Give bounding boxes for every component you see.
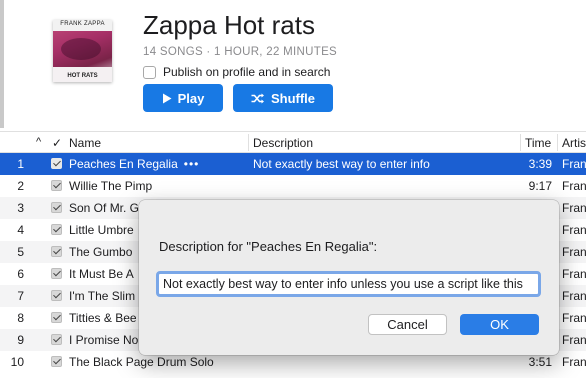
artwork-figure — [61, 38, 101, 60]
description-dialog: Description for "Peaches En Regalia": Ca… — [139, 200, 559, 355]
track-time: 9:17 — [528, 179, 552, 193]
track-name: Willie The Pimp — [69, 179, 153, 193]
track-artist: Fran — [562, 157, 586, 171]
track-number: 8 — [17, 311, 24, 325]
publish-label: Publish on profile and in search — [163, 65, 331, 79]
track-artist: Fran — [562, 311, 586, 325]
play-button[interactable]: Play — [143, 84, 223, 112]
track-name: Peaches En Regalia ••• — [69, 157, 245, 171]
track-checkbox[interactable] — [51, 158, 62, 169]
publish-checkbox[interactable] — [143, 65, 156, 79]
track-description: Not exactly best way to enter info — [253, 157, 430, 171]
column-header-time[interactable]: Time — [525, 136, 551, 150]
artwork-artist-text: FRANK ZAPPA — [60, 21, 105, 27]
window-edge — [0, 0, 4, 128]
track-time: 3:39 — [528, 157, 552, 171]
track-artist: Fran — [562, 267, 586, 281]
play-label: Play — [177, 90, 205, 106]
album-title: Zappa Hot rats — [143, 10, 315, 40]
description-input[interactable] — [156, 271, 541, 297]
track-checkbox[interactable] — [51, 312, 62, 323]
track-number: 1 — [17, 157, 24, 171]
track-checkbox[interactable] — [51, 180, 62, 191]
play-icon — [162, 93, 172, 103]
track-number: 7 — [17, 289, 24, 303]
column-header-description[interactable]: Description — [253, 136, 313, 150]
track-checkbox[interactable] — [51, 290, 62, 301]
track-artist: Fran — [562, 179, 586, 193]
track-artist: Fran — [562, 333, 586, 347]
track-checkbox[interactable] — [51, 334, 62, 345]
column-divider[interactable] — [520, 134, 521, 151]
table-row[interactable]: 1 Peaches En Regalia ••• Not exactly best… — [0, 153, 586, 175]
track-number: 10 — [10, 355, 24, 369]
album-meta: 14 SONGS · 1 HOUR, 22 MINUTES — [143, 46, 338, 58]
track-table-header: ^ ✓ Name Description Time Artis — [0, 131, 586, 153]
track-number: 3 — [17, 201, 24, 215]
table-row[interactable]: 2 Willie The Pimp 9:17 Fran — [0, 175, 586, 197]
track-checkbox[interactable] — [51, 356, 62, 367]
publish-toggle[interactable]: Publish on profile and in search — [143, 65, 330, 79]
artwork-title-text: HOT RATS — [67, 73, 98, 79]
track-time: 3:51 — [528, 355, 552, 369]
track-artist: Fran — [562, 355, 586, 369]
shuffle-icon — [251, 93, 264, 103]
sort-indicator[interactable]: ^ — [36, 136, 41, 148]
track-number: 4 — [17, 223, 24, 237]
track-artist: Fran — [562, 245, 586, 259]
track-number: 5 — [17, 245, 24, 259]
track-name-text: Peaches En Regalia — [69, 157, 178, 171]
more-options-icon[interactable]: ••• — [184, 157, 200, 171]
column-header-check[interactable]: ✓ — [52, 136, 62, 150]
shuffle-button[interactable]: Shuffle — [233, 84, 333, 112]
track-checkbox[interactable] — [51, 224, 62, 235]
album-artwork[interactable]: FRANK ZAPPA HOT RATS — [53, 20, 112, 82]
track-artist: Fran — [562, 223, 586, 237]
column-divider[interactable] — [557, 134, 558, 151]
track-name: The Black Page Drum Solo — [69, 355, 214, 369]
column-header-artist[interactable]: Artis — [562, 136, 586, 150]
cancel-button[interactable]: Cancel — [368, 314, 447, 335]
shuffle-label: Shuffle — [270, 90, 316, 106]
track-number: 2 — [17, 179, 24, 193]
track-checkbox[interactable] — [51, 246, 62, 257]
dialog-prompt: Description for "Peaches En Regalia": — [159, 239, 378, 254]
track-artist: Fran — [562, 201, 586, 215]
track-artist: Fran — [562, 289, 586, 303]
track-number: 9 — [17, 333, 24, 347]
column-divider[interactable] — [248, 134, 249, 151]
ok-button[interactable]: OK — [460, 314, 539, 335]
track-number: 6 — [17, 267, 24, 281]
track-checkbox[interactable] — [51, 202, 62, 213]
track-checkbox[interactable] — [51, 268, 62, 279]
column-header-name[interactable]: Name — [69, 136, 101, 150]
